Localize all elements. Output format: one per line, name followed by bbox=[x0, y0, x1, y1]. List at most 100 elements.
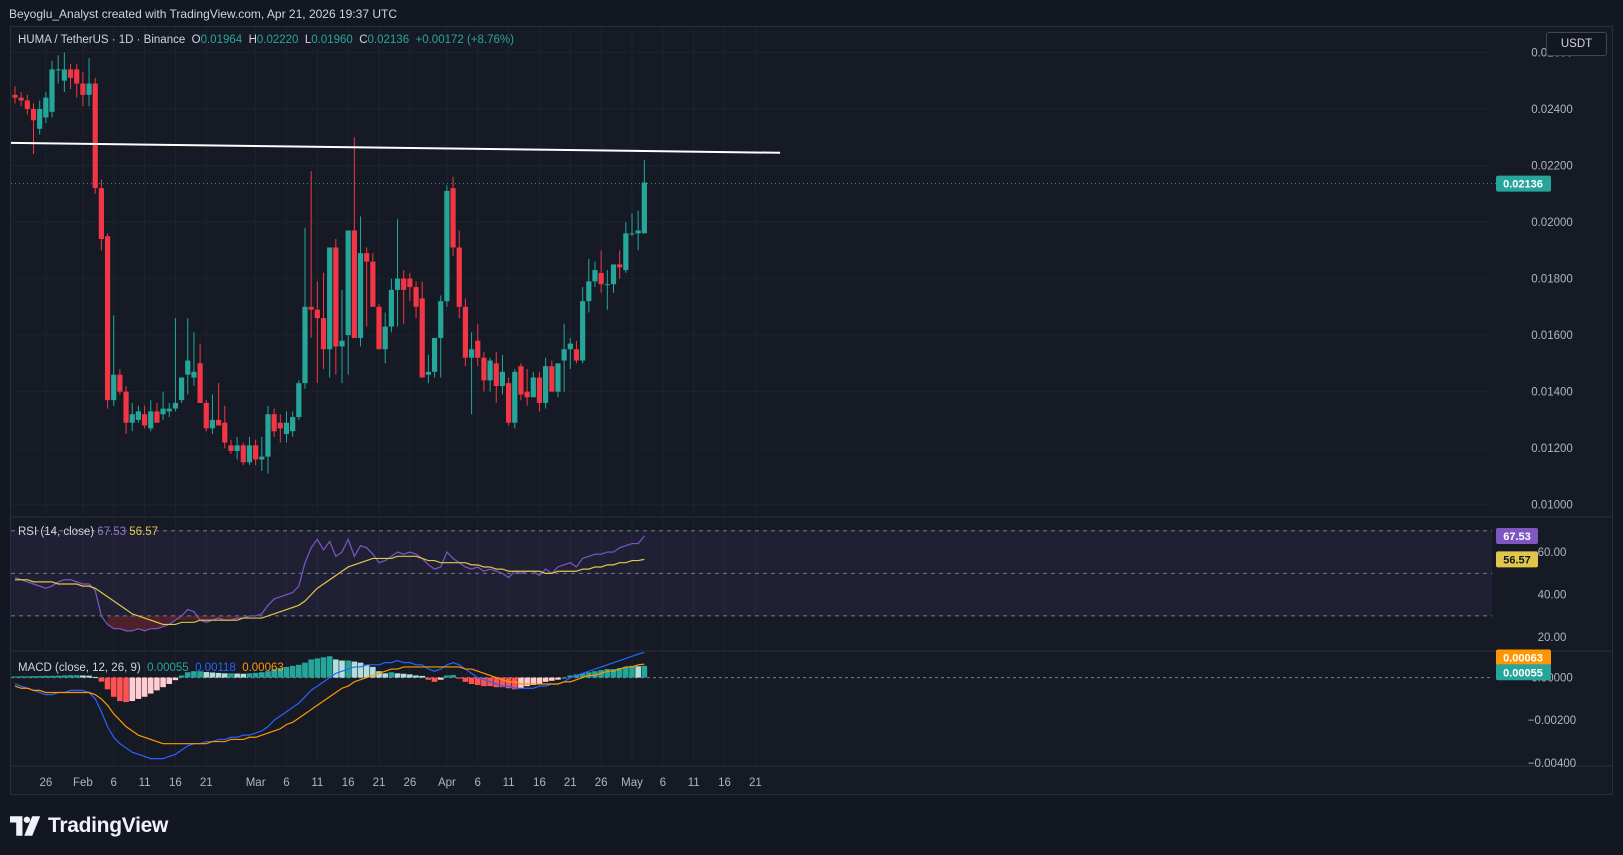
macd-histogram-bar bbox=[641, 665, 648, 678]
macd-histogram-bar bbox=[110, 677, 117, 697]
macd-histogram-bar bbox=[283, 666, 290, 678]
macd-histogram-bar bbox=[308, 659, 314, 678]
candle-body bbox=[431, 337, 438, 372]
x-tick-label: Apr bbox=[438, 777, 456, 789]
candle-body bbox=[98, 188, 104, 239]
currency-button[interactable]: USDT bbox=[1546, 32, 1607, 56]
macd-histogram-bar bbox=[400, 673, 407, 678]
macd-histogram-bar bbox=[351, 661, 358, 678]
macd-histogram-bar bbox=[43, 675, 49, 678]
macd-histogram-bar bbox=[302, 662, 308, 678]
macd-histogram-bar bbox=[141, 677, 148, 697]
x-tick-label: 6 bbox=[283, 777, 289, 789]
candle-body bbox=[271, 414, 277, 432]
candle-body bbox=[641, 182, 647, 234]
candle-body bbox=[339, 340, 345, 347]
macd-histogram-bar bbox=[635, 666, 641, 678]
rsi-y-tick-label: 60.00 bbox=[1538, 547, 1567, 559]
candle-body bbox=[506, 383, 512, 423]
candle-body bbox=[148, 411, 154, 429]
candle-body bbox=[154, 411, 160, 423]
x-tick-label: 26 bbox=[39, 777, 52, 789]
symbol-legend[interactable]: HUMA / TetherUS · 1D · Binance O0.01964 … bbox=[18, 34, 514, 46]
macd-histogram-bar bbox=[80, 675, 86, 678]
candle-body bbox=[468, 349, 475, 358]
candle-body bbox=[55, 69, 61, 71]
candle-body bbox=[12, 94, 18, 98]
macd-histogram-bar bbox=[67, 675, 74, 678]
macd-label[interactable]: MACD (close, 12, 26, 9) bbox=[18, 662, 141, 674]
candle-body bbox=[351, 230, 357, 338]
candle-body bbox=[376, 306, 382, 350]
macd-histogram-bar bbox=[548, 677, 555, 681]
candle-body bbox=[394, 278, 401, 290]
symbol-title[interactable]: HUMA / TetherUS · 1D · Binance bbox=[18, 34, 185, 46]
candle-body bbox=[549, 366, 555, 392]
macd-histogram-bar bbox=[129, 677, 136, 702]
candle-body bbox=[104, 236, 111, 401]
candle-body bbox=[617, 264, 623, 268]
candle-body bbox=[197, 363, 203, 403]
macd-histogram-bar bbox=[437, 677, 444, 680]
candle-body bbox=[302, 306, 308, 384]
candle-body bbox=[444, 190, 450, 302]
macd-y-tick-label: −0.00400 bbox=[1528, 758, 1576, 770]
candle-body bbox=[524, 391, 530, 398]
candle-body bbox=[24, 100, 30, 109]
footer-brand: TradingView bbox=[48, 814, 169, 837]
macd-histogram-bar bbox=[61, 675, 68, 678]
candle-body bbox=[456, 247, 462, 307]
macd-histogram-bar bbox=[160, 677, 166, 688]
candle-body bbox=[512, 371, 518, 423]
x-tick-label: Mar bbox=[246, 777, 266, 789]
candle-body bbox=[160, 408, 166, 415]
candle-body bbox=[407, 278, 413, 288]
macd-histogram-bar bbox=[18, 676, 24, 678]
macd-histogram-bar bbox=[536, 677, 543, 684]
macd-legend[interactable]: MACD (close, 12, 26, 9) 0.00055 0.00118 … bbox=[18, 662, 284, 674]
candle-body bbox=[141, 414, 148, 426]
macd-histogram-bar bbox=[12, 676, 18, 678]
candle-body bbox=[364, 253, 370, 262]
candle-body bbox=[129, 414, 135, 423]
y-tick-label: 0.01600 bbox=[1531, 330, 1573, 342]
candle-body bbox=[586, 281, 592, 302]
macd-histogram-bar bbox=[394, 673, 401, 678]
macd-histogram-bar bbox=[604, 669, 611, 678]
macd-signal-value: 0.00063 bbox=[242, 662, 284, 674]
rsi-ma-value: 56.57 bbox=[129, 526, 159, 538]
x-tick-label: 21 bbox=[200, 777, 213, 789]
candle-body bbox=[135, 411, 141, 420]
candle-body bbox=[357, 253, 364, 338]
candle-body bbox=[67, 69, 74, 78]
candle-body bbox=[80, 83, 86, 95]
y-tick-label: 0.01400 bbox=[1531, 387, 1573, 399]
macd-histogram-bar bbox=[468, 677, 475, 684]
candle-body bbox=[573, 349, 580, 361]
candle-body bbox=[37, 108, 43, 129]
x-tick-label: May bbox=[621, 777, 643, 789]
macd-histogram-bar bbox=[30, 676, 37, 678]
macd-histogram-bar bbox=[240, 673, 247, 678]
x-tick-label: 6 bbox=[475, 777, 481, 789]
x-tick-label: 11 bbox=[139, 777, 151, 789]
macd-histogram-bar bbox=[456, 677, 463, 679]
candle-body bbox=[623, 233, 629, 271]
candle-body bbox=[592, 270, 598, 282]
candle-body bbox=[191, 371, 197, 378]
rsi-legend[interactable]: RSI (14, close) 67.53 56.57 bbox=[18, 526, 158, 538]
macd-histogram-bar bbox=[413, 675, 419, 678]
macd-histogram-bar bbox=[382, 673, 388, 678]
resistance-trendline bbox=[10, 141, 781, 154]
rsi-label[interactable]: RSI (14, close) bbox=[18, 526, 94, 538]
macd-histogram-bar bbox=[419, 675, 426, 678]
candle-body bbox=[228, 445, 234, 451]
chart-canvas[interactable]: 26 Feb 6 11 16 21 Mar 6 11 16 21 26 Apr 6 11 16 21 26 May 6… bbox=[0, 0, 1623, 855]
footer-logo[interactable]: TradingView bbox=[10, 813, 168, 839]
tradingview-logo-icon bbox=[10, 816, 41, 836]
open-label: O bbox=[191, 34, 201, 46]
candle-body bbox=[259, 456, 265, 460]
macd-histogram-bar bbox=[357, 662, 364, 678]
macd-hist-tag-label: 0.00055 bbox=[1503, 667, 1543, 679]
candle-body bbox=[172, 402, 179, 409]
